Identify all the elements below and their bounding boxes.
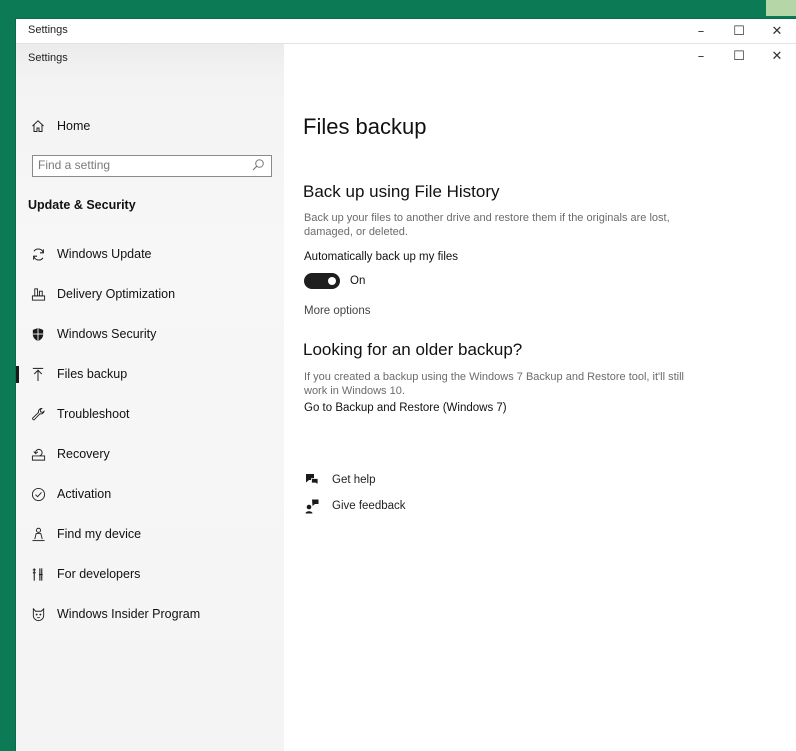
inner-window-controls: – ☐ ✕ <box>682 44 796 68</box>
backup-restore-windows7-link[interactable]: Go to Backup and Restore (Windows 7) <box>304 402 507 414</box>
inner-minimize-button[interactable]: – <box>682 44 720 68</box>
file-history-description: Back up your files to another drive and … <box>304 212 670 238</box>
sidebar-item-delivery-optimization[interactable]: Delivery Optimization <box>16 276 284 312</box>
give-feedback-label: Give feedback <box>332 500 406 512</box>
get-help-label: Get help <box>332 474 376 486</box>
older-backup-description: If you created a backup using the Window… <box>304 371 684 397</box>
sidebar-item-label: Files backup <box>57 367 128 381</box>
sidebar-item-label: Windows Update <box>57 247 152 261</box>
delivery-optimization-icon <box>30 286 46 302</box>
outer-minimize-button[interactable]: – <box>682 19 720 43</box>
outer-window-controls: – ☐ ✕ <box>682 19 796 43</box>
sidebar-item-label: Windows Insider Program <box>57 607 201 621</box>
feedback-person-icon <box>304 498 320 514</box>
toggle-state-label: On <box>350 275 366 287</box>
get-help-link[interactable]: Get help <box>304 471 375 489</box>
home-icon <box>30 118 46 134</box>
person-location-icon <box>30 526 46 542</box>
toggle-knob <box>328 277 336 285</box>
sidebar-item-label: For developers <box>57 567 141 581</box>
auto-backup-label: Automatically back up my files <box>304 251 459 263</box>
outer-maximize-button[interactable]: ☐ <box>720 19 758 43</box>
insider-cat-icon <box>30 606 46 622</box>
give-feedback-link[interactable]: Give feedback <box>304 497 406 515</box>
sidebar-item-label: Windows Security <box>57 327 157 341</box>
sidebar-item-label: Troubleshoot <box>57 407 130 421</box>
sidebar-item-windows-update[interactable]: Windows Update <box>16 236 284 272</box>
search-box <box>32 155 272 177</box>
outer-close-button[interactable]: ✕ <box>758 19 796 43</box>
sidebar-item-files-backup[interactable]: Files backup <box>16 356 284 392</box>
more-options-link[interactable]: More options <box>304 305 370 317</box>
outer-settings-window: Settings – ☐ ✕ Settings Home Update & <box>16 19 796 751</box>
sidebar-item-find-my-device[interactable]: Find my device <box>16 516 284 552</box>
auto-backup-toggle[interactable] <box>304 273 340 289</box>
sidebar-item-windows-security[interactable]: Windows Security <box>16 316 284 352</box>
sidebar-item-recovery[interactable]: Recovery <box>16 436 284 472</box>
shield-icon <box>30 326 46 342</box>
sidebar-item-label: Recovery <box>57 447 110 461</box>
developer-icon <box>30 566 46 582</box>
sidebar-item-label: Activation <box>57 487 112 501</box>
search-input[interactable] <box>33 156 238 174</box>
sidebar-item-label: Delivery Optimization <box>57 287 176 301</box>
page-title: Files backup <box>303 114 427 139</box>
sidebar-item-troubleshoot[interactable]: Troubleshoot <box>16 396 284 432</box>
chat-help-icon <box>304 472 320 488</box>
section-heading: Update & Security <box>28 198 136 212</box>
sidebar-item-for-developers[interactable]: For developers <box>16 556 284 592</box>
check-circle-icon <box>30 486 46 502</box>
content-pane: – ☐ ✕ Files backup Back up using File Hi… <box>284 44 796 751</box>
backup-arrow-icon <box>30 366 46 382</box>
wrench-icon <box>30 406 46 422</box>
recovery-icon <box>30 446 46 462</box>
refresh-icon <box>30 246 46 262</box>
search-icon[interactable] <box>251 158 265 172</box>
file-history-heading: Back up using File History <box>303 182 500 201</box>
sidebar-item-label: Find my device <box>57 527 142 541</box>
sidebar: Settings Home Update & Security Windows … <box>16 44 284 751</box>
outer-window-title: Settings <box>28 24 68 36</box>
settings-app: Settings Home Update & Security Windows … <box>16 44 796 751</box>
outer-titlebar: Settings – ☐ ✕ <box>16 19 796 44</box>
desktop-corner <box>766 0 796 16</box>
sidebar-item-activation[interactable]: Activation <box>16 476 284 512</box>
sidebar-item-home[interactable]: Home <box>16 108 284 144</box>
inner-maximize-button[interactable]: ☐ <box>720 44 758 68</box>
sidebar-item-windows-insider-program[interactable]: Windows Insider Program <box>16 596 284 632</box>
older-backup-heading: Looking for an older backup? <box>303 340 523 359</box>
inner-close-button[interactable]: ✕ <box>758 44 796 68</box>
sidebar-item-label: Home <box>57 119 91 133</box>
app-title: Settings <box>28 52 68 64</box>
